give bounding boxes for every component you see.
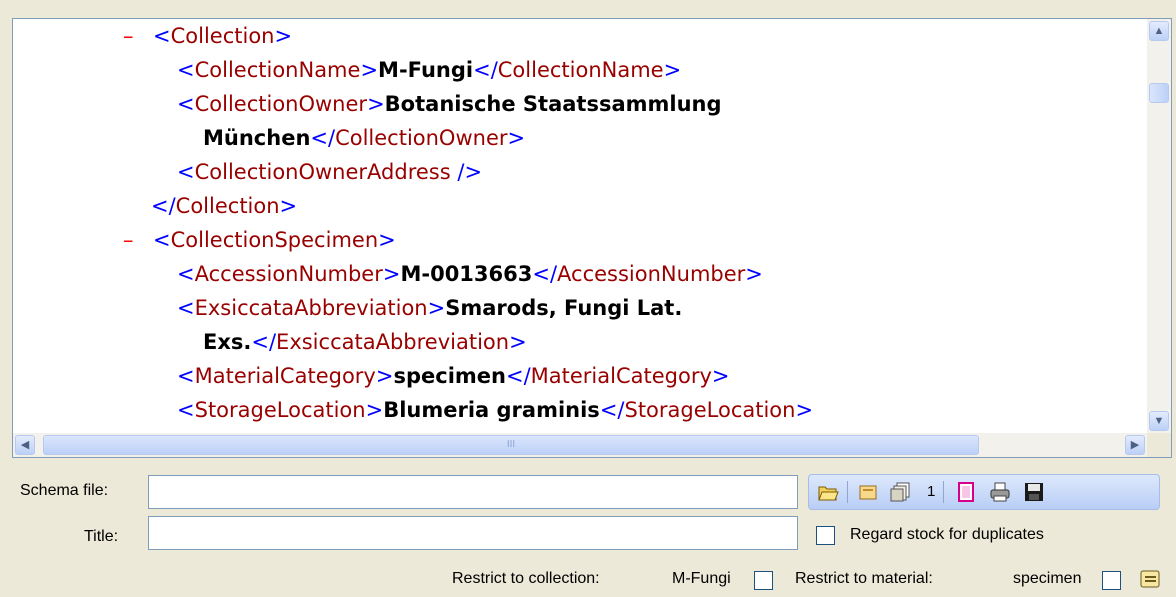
xml-value: specimen	[393, 364, 506, 388]
xml-value: M-0013663	[400, 262, 533, 286]
scrollbar-corner	[1147, 433, 1171, 457]
xml-line: <AccessionNumber>M-0013663</AccessionNum…	[177, 262, 763, 286]
xml-line: <CollectionOwner>Botanische Staatssammlu…	[177, 92, 722, 116]
printer-icon[interactable]	[989, 481, 1011, 503]
xml-value: München	[203, 126, 311, 150]
xml-line: <MaterialCategory>specimen</MaterialCate…	[177, 364, 730, 388]
schema-file-input[interactable]	[148, 475, 798, 509]
xml-line: </Collection>	[151, 189, 297, 223]
xml-preview-panel[interactable]: – <Collection> <CollectionName>M-Fungi</C…	[12, 18, 1172, 458]
xml-line: – <CollectionSpecimen>	[123, 223, 396, 257]
save-disk-icon[interactable]	[1023, 481, 1045, 503]
xml-line: Exs.</ExsiccataAbbreviation>	[203, 330, 527, 354]
vertical-scrollbar[interactable]: ▲ ▼	[1147, 19, 1171, 433]
xml-line: <CollectionOwnerAddress />	[177, 160, 483, 184]
horizontal-scrollbar[interactable]: ◀ III ▶	[13, 433, 1147, 457]
open-folder-icon[interactable]	[817, 481, 839, 503]
title-label: Title:	[84, 528, 119, 545]
xml-line: – <Collection>	[123, 19, 292, 53]
restrict-material-value: specimen	[1013, 570, 1082, 587]
scroll-left-button[interactable]: ◀	[15, 435, 35, 455]
restrict-collection-value: M-Fungi	[672, 570, 731, 587]
toolbar-separator	[943, 481, 944, 503]
collapse-toggle[interactable]: –	[123, 19, 153, 53]
regard-stock-checkbox[interactable]	[816, 526, 835, 545]
xml-line: <CollectionName>M-Fungi</CollectionName>	[177, 58, 682, 82]
horizontal-scroll-thumb[interactable]: III	[43, 435, 979, 455]
restrict-material-label: Restrict to material:	[795, 570, 933, 587]
toolbar-separator	[847, 481, 848, 503]
schema-file-label: Schema file:	[20, 482, 109, 499]
form-icon[interactable]	[1138, 568, 1162, 590]
restrict-collection-label: Restrict to collection:	[452, 570, 600, 587]
toolbar: 1	[808, 474, 1160, 510]
xml-close-tag: </Collection>	[151, 194, 298, 218]
scroll-up-button[interactable]: ▲	[1149, 21, 1169, 41]
xml-value: M-Fungi	[378, 58, 474, 82]
title-input[interactable]	[148, 516, 798, 550]
collapse-toggle[interactable]: –	[123, 223, 153, 257]
restrict-collection-checkbox[interactable]	[754, 571, 773, 590]
scroll-right-button[interactable]: ▶	[1125, 435, 1145, 455]
xml-value: Blumeria graminis	[383, 398, 600, 422]
xml-line: <ExsiccataAbbreviation>Smarods, Fungi La…	[177, 296, 683, 320]
xml-open-tag: <Collection>	[153, 24, 293, 48]
xml-line: München</CollectionOwner>	[203, 126, 526, 150]
xml-content: – <Collection> <CollectionName>M-Fungi</C…	[13, 19, 1147, 433]
restrict-material-checkbox[interactable]	[1102, 571, 1121, 590]
xml-value: Smarods, Fungi Lat.	[445, 296, 683, 320]
xml-value: Exs.	[203, 330, 252, 354]
xml-value: Botanische Staatssammlung	[384, 92, 722, 116]
xml-line: <StorageLocation>Blumeria graminis</Stor…	[177, 398, 814, 422]
folder-icon[interactable]	[857, 481, 879, 503]
copy-pages-icon[interactable]	[889, 481, 911, 503]
regard-stock-label: Regard stock for duplicates	[850, 526, 1044, 543]
new-document-icon[interactable]	[955, 481, 977, 503]
scroll-down-button[interactable]: ▼	[1149, 411, 1169, 431]
page-number: 1	[927, 483, 936, 500]
vertical-scroll-thumb[interactable]	[1149, 83, 1169, 103]
